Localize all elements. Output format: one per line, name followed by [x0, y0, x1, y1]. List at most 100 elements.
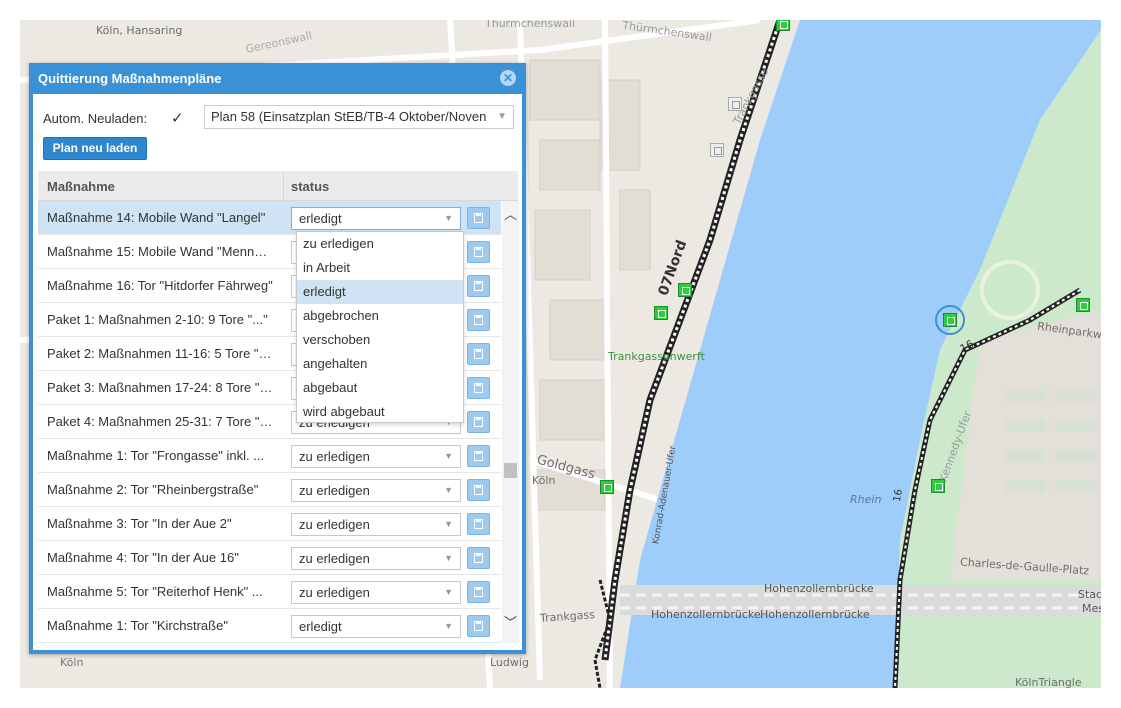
measure-name: Maßnahme 5: Tor "Reiterhof Henk" ... [47, 584, 263, 599]
poi-marker[interactable] [931, 479, 945, 493]
map-label: Hohenzollernbrücke [651, 608, 761, 621]
map-label: Köln [60, 656, 84, 669]
dropdown-option[interactable]: abgebrochen [297, 304, 463, 328]
grid-scrollbar[interactable]: ︿ ﹀ [502, 201, 519, 643]
measure-name: Maßnahme 1: Tor "Kirchstraße" [47, 618, 228, 633]
column-header-measure[interactable]: Maßnahme [47, 179, 115, 194]
plan-select[interactable]: Plan 58 (Einsatzplan StEB/TB-4 Oktober/N… [204, 105, 514, 129]
status-select[interactable]: erledigt ▼ [291, 615, 461, 638]
save-icon[interactable] [467, 241, 490, 263]
map-label: Stad [1078, 588, 1101, 601]
poi-marker[interactable] [710, 143, 724, 157]
map-label: KölnTriangle [1015, 676, 1082, 688]
chevron-up-icon[interactable]: ︿ [502, 207, 519, 223]
measure-name: Paket 3: Maßnahmen 17-24: 8 Tore "..." [47, 380, 273, 395]
measure-name: Paket 4: Maßnahmen 25-31: 7 Tore "..." [47, 414, 273, 429]
save-icon[interactable] [467, 479, 490, 501]
table-row[interactable]: Maßnahme 2: Tor "Rheinbergstraße" zu erle… [38, 473, 501, 507]
status-select[interactable]: zu erledigen ▼ [291, 581, 461, 604]
measure-name: Maßnahme 15: Mobile Wand "Mennweg" [47, 244, 273, 259]
status-select[interactable]: zu erledigen ▼ [291, 547, 461, 570]
scrollbar-thumb[interactable] [504, 463, 517, 478]
status-select[interactable]: zu erledigen ▼ [291, 479, 461, 502]
dropdown-option[interactable]: in Arbeit [297, 256, 463, 280]
save-icon[interactable] [467, 513, 490, 535]
status-select-value: zu erledigen [299, 551, 370, 566]
chevron-down-icon: ▼ [444, 519, 453, 529]
chevron-down-icon: ▼ [444, 553, 453, 563]
save-icon[interactable] [467, 547, 490, 569]
measure-name: Maßnahme 14: Mobile Wand "Langel" [47, 210, 266, 225]
save-icon[interactable] [467, 275, 490, 297]
status-select-value: zu erledigen [299, 483, 370, 498]
poi-marker[interactable] [600, 480, 614, 494]
acknowledgement-dialog: Quittierung Maßnahmenpläne ✕ Autom. Neul… [29, 63, 526, 654]
map-label: Köln [532, 474, 556, 487]
dropdown-option[interactable]: abgebaut [297, 376, 463, 400]
reload-plan-button[interactable]: Plan neu laden [43, 137, 147, 160]
poi-marker[interactable] [776, 20, 790, 31]
save-icon[interactable] [467, 445, 490, 467]
status-select-value: zu erledigen [299, 517, 370, 532]
poi-marker-highlighted[interactable] [943, 313, 957, 327]
dropdown-option[interactable]: verschoben [297, 328, 463, 352]
map-label: Ludwig [490, 656, 529, 669]
status-select-value: zu erledigen [299, 585, 370, 600]
measure-name: Maßnahme 3: Tor "In der Aue 2" [47, 516, 232, 531]
status-select[interactable]: zu erledigen ▼ [291, 513, 461, 536]
map-label: Thurmchenswall [485, 20, 576, 30]
chevron-down-icon: ▼ [497, 111, 507, 122]
dialog-title: Quittierung Maßnahmenpläne [38, 71, 222, 86]
chevron-down-icon: ▼ [444, 621, 453, 631]
save-icon[interactable] [467, 207, 490, 229]
table-row[interactable]: Maßnahme 3: Tor "In der Aue 2" zu erledig… [38, 507, 501, 541]
status-select-value: erledigt [299, 211, 342, 226]
measure-name: Maßnahme 4: Tor "In der Aue 16" [47, 550, 239, 565]
save-icon[interactable] [467, 615, 490, 637]
status-select-value: zu erledigen [299, 449, 370, 464]
measure-name: Maßnahme 1: Tor "Frongasse" inkl. ... [47, 448, 265, 463]
chevron-down-icon: ▼ [444, 451, 453, 461]
map-label: Mes [1082, 602, 1101, 615]
poi-marker[interactable] [678, 283, 692, 297]
auto-reload-label: Autom. Neuladen: [43, 111, 148, 126]
chevron-down-icon: ▼ [444, 587, 453, 597]
save-icon[interactable] [467, 377, 490, 399]
map-label: Trankgassenwerft [608, 350, 705, 363]
auto-reload-checkbox[interactable]: ✓ [171, 109, 184, 127]
dropdown-option[interactable]: wird abgebaut [297, 400, 463, 424]
table-row[interactable]: Maßnahme 1: Tor "Kirchstraße" erledigt ▼ [38, 609, 501, 643]
dialog-header[interactable]: Quittierung Maßnahmenpläne ✕ [29, 63, 526, 94]
status-select[interactable]: erledigt ▼ [291, 207, 461, 230]
measure-name: Paket 1: Maßnahmen 2-10: 9 Tore "..." [47, 312, 268, 327]
map-label: 16 [891, 488, 905, 503]
map-label: Hohenzollernbrücke [764, 582, 874, 595]
measure-name: Paket 2: Maßnahmen 11-16: 5 Tore "..." [47, 346, 273, 361]
dropdown-option[interactable]: erledigt [297, 280, 463, 304]
poi-marker[interactable] [728, 97, 742, 111]
poi-marker[interactable] [654, 306, 668, 320]
save-icon[interactable] [467, 343, 490, 365]
chevron-down-icon: ▼ [444, 213, 453, 223]
table-row[interactable]: Maßnahme 14: Mobile Wand "Langel" erledig… [38, 201, 501, 235]
chevron-down-icon: ▼ [444, 485, 453, 495]
table-row[interactable]: Maßnahme 5: Tor "Reiterhof Henk" ... zu e… [38, 575, 501, 609]
dropdown-option[interactable]: zu erledigen [297, 232, 463, 256]
save-icon[interactable] [467, 309, 490, 331]
dropdown-option[interactable]: angehalten [297, 352, 463, 376]
save-icon[interactable] [467, 411, 490, 433]
measure-name: Maßnahme 2: Tor "Rheinbergstraße" [47, 482, 259, 497]
measure-name: Maßnahme 16: Tor "Hitdorfer Fährweg" [47, 278, 273, 293]
grid-header: Maßnahme status [38, 171, 518, 201]
table-row[interactable]: Maßnahme 4: Tor "In der Aue 16" zu erledi… [38, 541, 501, 575]
map-label: Köln, Hansaring [96, 24, 183, 37]
table-row[interactable]: Maßnahme 1: Tor "Frongasse" inkl. ... zu … [38, 439, 501, 473]
chevron-down-icon[interactable]: ﹀ [502, 615, 519, 631]
status-dropdown-list: zu erledigen in Arbeit erledigt abgebrochen… [296, 231, 464, 423]
close-icon[interactable]: ✕ [500, 70, 516, 86]
column-header-status[interactable]: status [291, 179, 329, 194]
save-icon[interactable] [467, 581, 490, 603]
map-label: Rhein [850, 493, 882, 506]
poi-marker[interactable] [1076, 298, 1090, 312]
status-select[interactable]: zu erledigen ▼ [291, 445, 461, 468]
